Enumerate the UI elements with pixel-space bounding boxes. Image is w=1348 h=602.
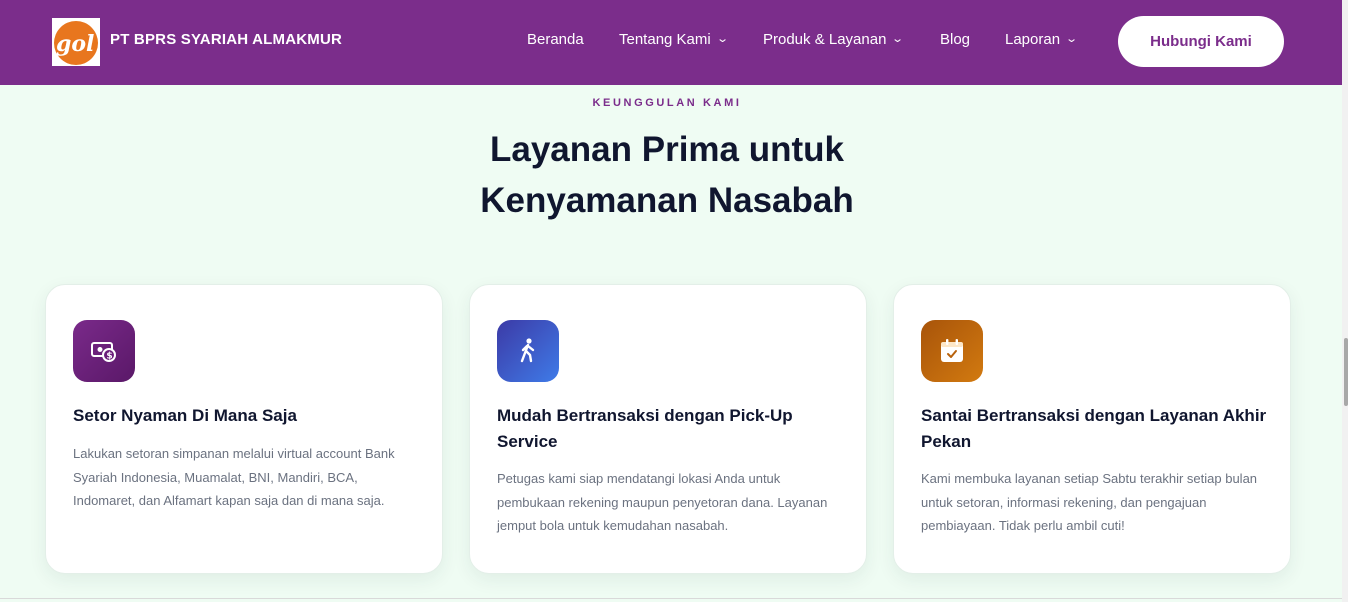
card-title: Santai Bertransaksi dengan Layanan Akhir… [921, 406, 1267, 451]
company-logo[interactable]: gol [52, 18, 100, 66]
contact-us-button[interactable]: Hubungi Kami [1118, 16, 1284, 67]
calendar-check-icon [921, 320, 983, 382]
nav-label: Beranda [527, 31, 584, 48]
feature-card-deposit: $ Setor Nyaman Di Mana Saja Lakukan seto… [45, 284, 443, 574]
svg-text:gol: gol [56, 31, 94, 57]
card-description: Petugas kami siap mendatangi lokasi Anda… [497, 471, 828, 533]
svg-text:$: $ [106, 352, 112, 362]
money-deposit-icon: $ [73, 320, 135, 382]
section-divider [0, 598, 1342, 599]
nav-label: Produk & Layanan [763, 31, 887, 48]
nav-label: Tentang Kami [619, 31, 711, 48]
section-title-line-2: Kenyamanan Nasabah [480, 181, 854, 220]
nav-tentang-kami[interactable]: Tentang Kami ⌄ [619, 31, 729, 48]
card-title: Setor Nyaman Di Mana Saja [73, 406, 297, 425]
feature-card-weekend: Santai Bertransaksi dengan Layanan Akhir… [893, 284, 1291, 574]
top-navbar: gol PT BPRS SYARIAH ALMAKMUR Beranda Ten… [0, 0, 1342, 85]
nav-produk-layanan[interactable]: Produk & Layanan ⌄ [763, 31, 905, 48]
scrollbar-thumb[interactable] [1344, 338, 1348, 406]
card-description: Lakukan setoran simpanan melalui virtual… [73, 446, 395, 508]
section-eyebrow: KEUNGGULAN KAMI [592, 97, 742, 109]
nav-blog[interactable]: Blog [940, 31, 970, 48]
chevron-down-icon: ⌄ [891, 33, 905, 45]
chevron-down-icon: ⌄ [1065, 33, 1079, 45]
page-scrollbar[interactable] [1342, 0, 1348, 602]
card-title: Mudah Bertransaksi dengan Pick-Up Servic… [497, 406, 793, 451]
feature-card-pickup: Mudah Bertransaksi dengan Pick-Up Servic… [469, 284, 867, 574]
card-description: Kami membuka layanan setiap Sabtu terakh… [921, 471, 1258, 533]
nav-label: Blog [940, 31, 971, 48]
nav-beranda[interactable]: Beranda [527, 31, 584, 48]
chevron-down-icon: ⌄ [715, 33, 729, 45]
section-title-line-1: Layanan Prima untuk [490, 130, 844, 169]
brand-name[interactable]: PT BPRS SYARIAH ALMAKMUR [110, 31, 342, 48]
nav-laporan[interactable]: Laporan ⌄ [1005, 31, 1079, 48]
walking-person-icon [497, 320, 559, 382]
nav-label: Laporan [1005, 31, 1061, 48]
